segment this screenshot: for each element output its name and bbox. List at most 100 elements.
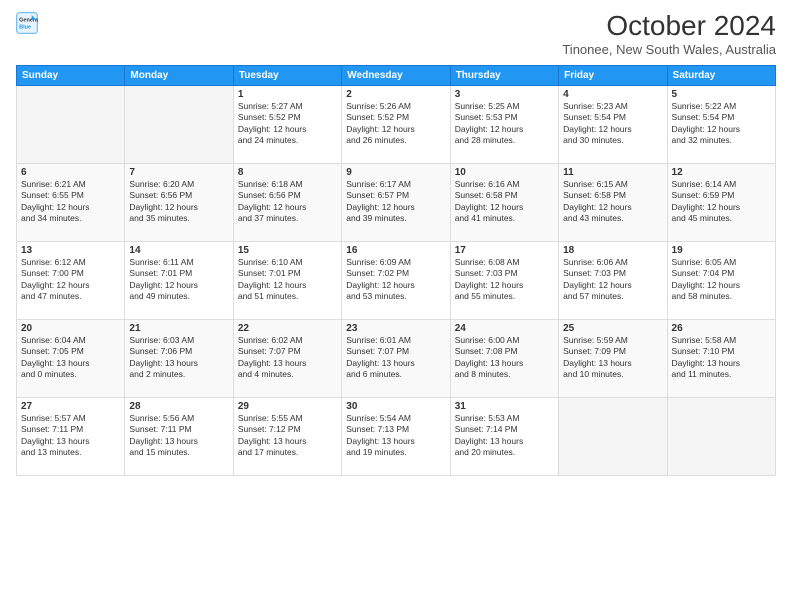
weekday-header: Monday [125, 66, 233, 86]
weekday-header: Friday [559, 66, 667, 86]
day-number: 3 [455, 89, 554, 100]
day-number: 12 [672, 167, 771, 178]
calendar-cell [17, 86, 125, 164]
calendar-cell: 12Sunrise: 6:14 AMSunset: 6:59 PMDayligh… [667, 164, 775, 242]
calendar-cell: 5Sunrise: 5:22 AMSunset: 5:54 PMDaylight… [667, 86, 775, 164]
calendar-cell: 1Sunrise: 5:27 AMSunset: 5:52 PMDaylight… [233, 86, 341, 164]
calendar-page: General Blue October 2024 Tinonee, New S… [0, 0, 792, 612]
day-number: 18 [563, 245, 662, 256]
day-number: 29 [238, 401, 337, 412]
calendar-table: SundayMondayTuesdayWednesdayThursdayFrid… [16, 65, 776, 476]
month-title: October 2024 [562, 12, 776, 40]
day-info: Sunrise: 5:22 AMSunset: 5:54 PMDaylight:… [672, 101, 771, 147]
day-number: 6 [21, 167, 120, 178]
logo-icon: General Blue [16, 12, 38, 34]
weekday-header: Sunday [17, 66, 125, 86]
day-number: 21 [129, 323, 228, 334]
day-number: 17 [455, 245, 554, 256]
day-number: 4 [563, 89, 662, 100]
calendar-week-row: 20Sunrise: 6:04 AMSunset: 7:05 PMDayligh… [17, 320, 776, 398]
calendar-week-row: 27Sunrise: 5:57 AMSunset: 7:11 PMDayligh… [17, 398, 776, 476]
day-number: 9 [346, 167, 445, 178]
calendar-cell: 18Sunrise: 6:06 AMSunset: 7:03 PMDayligh… [559, 242, 667, 320]
day-number: 1 [238, 89, 337, 100]
calendar-cell: 17Sunrise: 6:08 AMSunset: 7:03 PMDayligh… [450, 242, 558, 320]
calendar-cell: 4Sunrise: 5:23 AMSunset: 5:54 PMDaylight… [559, 86, 667, 164]
day-number: 15 [238, 245, 337, 256]
day-number: 14 [129, 245, 228, 256]
weekday-header: Saturday [667, 66, 775, 86]
calendar-cell: 14Sunrise: 6:11 AMSunset: 7:01 PMDayligh… [125, 242, 233, 320]
day-number: 19 [672, 245, 771, 256]
svg-text:General: General [19, 17, 38, 23]
day-info: Sunrise: 5:26 AMSunset: 5:52 PMDaylight:… [346, 101, 445, 147]
day-info: Sunrise: 6:11 AMSunset: 7:01 PMDaylight:… [129, 257, 228, 303]
calendar-week-row: 13Sunrise: 6:12 AMSunset: 7:00 PMDayligh… [17, 242, 776, 320]
day-info: Sunrise: 6:10 AMSunset: 7:01 PMDaylight:… [238, 257, 337, 303]
day-number: 26 [672, 323, 771, 334]
weekday-header-row: SundayMondayTuesdayWednesdayThursdayFrid… [17, 66, 776, 86]
calendar-cell: 19Sunrise: 6:05 AMSunset: 7:04 PMDayligh… [667, 242, 775, 320]
day-number: 16 [346, 245, 445, 256]
calendar-cell: 20Sunrise: 6:04 AMSunset: 7:05 PMDayligh… [17, 320, 125, 398]
day-number: 2 [346, 89, 445, 100]
day-number: 22 [238, 323, 337, 334]
day-info: Sunrise: 6:20 AMSunset: 6:56 PMDaylight:… [129, 179, 228, 225]
day-number: 31 [455, 401, 554, 412]
calendar-cell: 24Sunrise: 6:00 AMSunset: 7:08 PMDayligh… [450, 320, 558, 398]
day-number: 20 [21, 323, 120, 334]
day-info: Sunrise: 6:02 AMSunset: 7:07 PMDaylight:… [238, 335, 337, 381]
calendar-cell: 28Sunrise: 5:56 AMSunset: 7:11 PMDayligh… [125, 398, 233, 476]
calendar-cell: 2Sunrise: 5:26 AMSunset: 5:52 PMDaylight… [342, 86, 450, 164]
day-info: Sunrise: 6:21 AMSunset: 6:55 PMDaylight:… [21, 179, 120, 225]
calendar-week-row: 6Sunrise: 6:21 AMSunset: 6:55 PMDaylight… [17, 164, 776, 242]
weekday-header: Tuesday [233, 66, 341, 86]
title-block: October 2024 Tinonee, New South Wales, A… [562, 12, 776, 57]
day-info: Sunrise: 6:08 AMSunset: 7:03 PMDaylight:… [455, 257, 554, 303]
day-number: 28 [129, 401, 228, 412]
calendar-cell: 11Sunrise: 6:15 AMSunset: 6:58 PMDayligh… [559, 164, 667, 242]
calendar-cell: 22Sunrise: 6:02 AMSunset: 7:07 PMDayligh… [233, 320, 341, 398]
day-info: Sunrise: 5:53 AMSunset: 7:14 PMDaylight:… [455, 413, 554, 459]
day-number: 24 [455, 323, 554, 334]
day-number: 11 [563, 167, 662, 178]
calendar-cell: 9Sunrise: 6:17 AMSunset: 6:57 PMDaylight… [342, 164, 450, 242]
calendar-cell: 6Sunrise: 6:21 AMSunset: 6:55 PMDaylight… [17, 164, 125, 242]
calendar-cell: 21Sunrise: 6:03 AMSunset: 7:06 PMDayligh… [125, 320, 233, 398]
calendar-cell: 8Sunrise: 6:18 AMSunset: 6:56 PMDaylight… [233, 164, 341, 242]
day-info: Sunrise: 6:12 AMSunset: 7:00 PMDaylight:… [21, 257, 120, 303]
day-info: Sunrise: 5:57 AMSunset: 7:11 PMDaylight:… [21, 413, 120, 459]
calendar-cell: 16Sunrise: 6:09 AMSunset: 7:02 PMDayligh… [342, 242, 450, 320]
calendar-cell: 26Sunrise: 5:58 AMSunset: 7:10 PMDayligh… [667, 320, 775, 398]
day-info: Sunrise: 6:16 AMSunset: 6:58 PMDaylight:… [455, 179, 554, 225]
page-header: General Blue October 2024 Tinonee, New S… [16, 12, 776, 57]
location: Tinonee, New South Wales, Australia [562, 42, 776, 57]
calendar-cell: 10Sunrise: 6:16 AMSunset: 6:58 PMDayligh… [450, 164, 558, 242]
day-info: Sunrise: 6:18 AMSunset: 6:56 PMDaylight:… [238, 179, 337, 225]
weekday-header: Thursday [450, 66, 558, 86]
day-number: 5 [672, 89, 771, 100]
day-number: 7 [129, 167, 228, 178]
day-info: Sunrise: 5:58 AMSunset: 7:10 PMDaylight:… [672, 335, 771, 381]
day-number: 8 [238, 167, 337, 178]
day-info: Sunrise: 6:05 AMSunset: 7:04 PMDaylight:… [672, 257, 771, 303]
calendar-cell: 15Sunrise: 6:10 AMSunset: 7:01 PMDayligh… [233, 242, 341, 320]
calendar-cell: 3Sunrise: 5:25 AMSunset: 5:53 PMDaylight… [450, 86, 558, 164]
calendar-cell [559, 398, 667, 476]
day-number: 25 [563, 323, 662, 334]
day-info: Sunrise: 6:15 AMSunset: 6:58 PMDaylight:… [563, 179, 662, 225]
calendar-cell: 31Sunrise: 5:53 AMSunset: 7:14 PMDayligh… [450, 398, 558, 476]
svg-text:Blue: Blue [19, 25, 31, 31]
day-info: Sunrise: 5:59 AMSunset: 7:09 PMDaylight:… [563, 335, 662, 381]
calendar-cell [667, 398, 775, 476]
day-info: Sunrise: 6:09 AMSunset: 7:02 PMDaylight:… [346, 257, 445, 303]
day-info: Sunrise: 6:14 AMSunset: 6:59 PMDaylight:… [672, 179, 771, 225]
day-info: Sunrise: 5:23 AMSunset: 5:54 PMDaylight:… [563, 101, 662, 147]
day-number: 10 [455, 167, 554, 178]
day-info: Sunrise: 5:56 AMSunset: 7:11 PMDaylight:… [129, 413, 228, 459]
calendar-cell: 27Sunrise: 5:57 AMSunset: 7:11 PMDayligh… [17, 398, 125, 476]
weekday-header: Wednesday [342, 66, 450, 86]
day-info: Sunrise: 5:25 AMSunset: 5:53 PMDaylight:… [455, 101, 554, 147]
day-info: Sunrise: 6:01 AMSunset: 7:07 PMDaylight:… [346, 335, 445, 381]
day-info: Sunrise: 6:00 AMSunset: 7:08 PMDaylight:… [455, 335, 554, 381]
